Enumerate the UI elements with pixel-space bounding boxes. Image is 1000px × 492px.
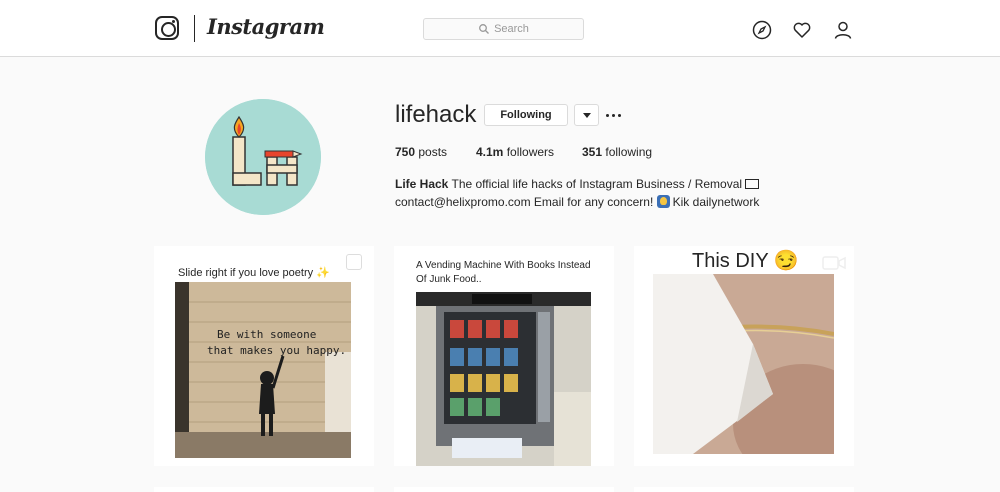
post-tile-next[interactable] — [394, 487, 614, 492]
nav-divider — [194, 15, 195, 42]
post-tile[interactable]: A Vending Machine With Books Instead Of … — [394, 246, 614, 466]
box-glyph-icon — [745, 179, 760, 189]
svg-text:Be with someone: Be with someone — [217, 328, 316, 341]
search-input[interactable]: Search — [423, 18, 584, 40]
top-navigation-bar: Instagram Search — [0, 0, 1000, 57]
following-button[interactable]: Following — [484, 104, 568, 126]
post-tile-next[interactable] — [154, 487, 374, 492]
post-caption: Slide right if you love poetry ✨ — [178, 267, 330, 279]
caret-down-icon — [582, 112, 591, 118]
posts-stat: 750 posts — [395, 145, 448, 159]
post-image — [416, 292, 591, 466]
search-icon — [479, 24, 490, 34]
instagram-logo-icon[interactable] — [155, 16, 179, 40]
instagram-wordmark[interactable]: Instagram — [207, 14, 325, 39]
carousel-icon — [346, 254, 362, 270]
post-tile[interactable]: Slide right if you love poetry ✨ Be with… — [154, 246, 374, 466]
video-icon — [822, 256, 846, 270]
post-image: Be with someone that makes you happy. — [175, 282, 351, 458]
compass-icon[interactable] — [752, 20, 772, 40]
post-caption-2: Of Junk Food.. — [416, 274, 482, 285]
suggestions-dropdown-button[interactable] — [574, 104, 599, 126]
more-options-icon[interactable] — [606, 111, 622, 119]
search-placeholder: Search — [494, 23, 529, 35]
followers-stat[interactable]: 4.1m followers — [476, 145, 554, 159]
post-image — [653, 274, 834, 454]
profile-avatar — [205, 99, 321, 215]
post-tile-next[interactable] — [634, 487, 854, 492]
post-tile[interactable]: This DIY 😏 — [634, 246, 854, 466]
post-caption: This DIY 😏 — [692, 250, 799, 272]
emoji-icon — [656, 195, 670, 208]
post-caption: A Vending Machine With Books Instead — [416, 260, 591, 271]
profile-bio: Life Hack The official life hacks of Ins… — [395, 175, 815, 211]
heart-icon[interactable] — [792, 20, 812, 40]
profile-icon[interactable] — [833, 20, 853, 40]
profile-username: lifehack — [395, 101, 477, 128]
svg-text:that makes you happy.: that makes you happy. — [207, 344, 346, 357]
bio-line-2: contact@helixpromo.com Email for any con… — [395, 195, 760, 209]
following-stat[interactable]: 351 following — [582, 145, 652, 159]
bio-line-1: Life Hack The official life hacks of Ins… — [395, 175, 815, 193]
